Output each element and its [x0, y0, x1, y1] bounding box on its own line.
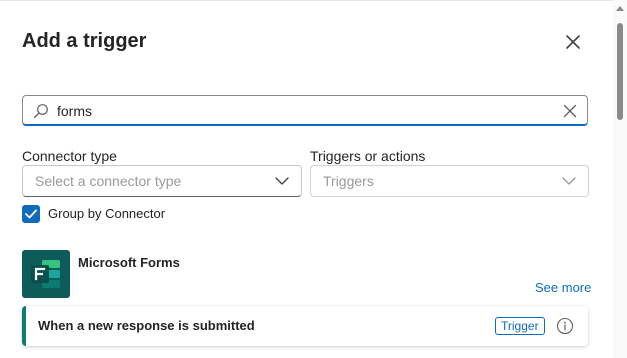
operation-row[interactable]: When a new response is submitted Trigger	[22, 306, 588, 346]
triggers-or-actions-placeholder: Triggers	[323, 173, 374, 189]
scrollbar-thumb[interactable]	[617, 23, 623, 120]
info-icon[interactable]	[556, 317, 574, 335]
group-by-connector-label: Group by Connector	[48, 206, 166, 221]
search-icon	[33, 104, 48, 119]
clear-icon[interactable]	[562, 103, 578, 119]
close-button[interactable]	[561, 30, 585, 54]
panel-title: Add a trigger	[22, 30, 147, 52]
see-more-link[interactable]: See more	[535, 280, 591, 295]
connector-type-placeholder: Select a connector type	[35, 173, 182, 189]
top-divider	[0, 0, 613, 1]
group-by-connector-checkbox[interactable]	[22, 205, 40, 223]
checkmark-icon	[25, 209, 37, 219]
connector-type-dropdown[interactable]: Select a connector type	[22, 165, 302, 197]
chevron-down-icon	[275, 177, 289, 185]
search-input[interactable]	[57, 100, 537, 122]
scroll-up-arrow-icon[interactable]	[616, 6, 624, 11]
microsoft-forms-icon	[22, 250, 70, 298]
operation-accent-bar	[22, 306, 26, 346]
chevron-down-icon	[562, 177, 576, 185]
triggers-or-actions-dropdown[interactable]: Triggers	[310, 165, 589, 197]
scrollbar[interactable]	[613, 0, 627, 358]
connector-name: Microsoft Forms	[78, 255, 180, 270]
close-icon	[566, 35, 580, 49]
triggers-or-actions-label: Triggers or actions	[310, 148, 426, 164]
trigger-badge: Trigger	[495, 317, 545, 335]
connector-type-label: Connector type	[22, 148, 117, 164]
search-box	[22, 95, 588, 126]
operation-name: When a new response is submitted	[38, 318, 255, 333]
